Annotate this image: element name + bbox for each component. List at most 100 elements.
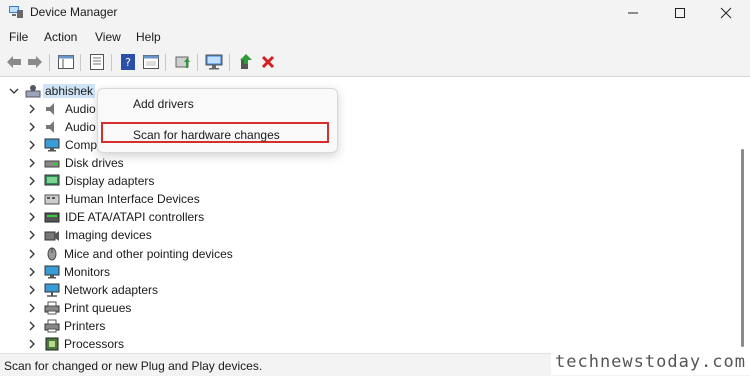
chevron-right-icon[interactable] [26, 284, 38, 296]
tree-item-label[interactable]: Audio [65, 102, 96, 116]
watermark: technewstoday.com [551, 348, 750, 375]
tree-item-label[interactable]: Network adapters [64, 283, 158, 297]
close-icon [720, 7, 732, 19]
toolbar-separator [197, 54, 198, 71]
back-arrow-icon [7, 56, 21, 68]
tree-root-label[interactable]: abhishek [43, 84, 96, 98]
show-hide-console-tree-icon [58, 55, 74, 69]
chevron-right-icon[interactable] [26, 139, 38, 151]
scrollbar-thumb[interactable] [741, 149, 744, 347]
tree-item-label[interactable]: Processors [64, 337, 124, 351]
computer-user-icon [25, 85, 41, 98]
title-bar: Device Manager [0, 0, 750, 26]
action-pane-button[interactable] [142, 53, 160, 71]
forward-arrow-icon [28, 56, 42, 68]
tree-item-label[interactable]: Imaging devices [65, 228, 152, 242]
tree-item[interactable]: Disk drives [0, 154, 730, 172]
uninstall-device-button[interactable] [259, 53, 277, 71]
chevron-right-icon[interactable] [26, 193, 38, 205]
add-drivers-menu-item[interactable]: Add drivers [133, 97, 194, 111]
chevron-right-icon[interactable] [26, 103, 38, 115]
disk-drive-icon [44, 160, 60, 168]
close-window-button[interactable] [703, 0, 749, 26]
chevron-right-icon[interactable] [26, 157, 38, 169]
chevron-right-icon[interactable] [26, 302, 38, 314]
toolbar-separator [111, 54, 112, 71]
enable-device-icon [240, 54, 252, 69]
mouse-icon [47, 247, 57, 261]
context-menu: Add drivers Scan for hardware changes [97, 88, 338, 153]
chevron-right-icon[interactable] [26, 175, 38, 187]
printer-icon [44, 319, 60, 333]
uninstall-device-icon [261, 55, 275, 69]
tree-item[interactable]: Print queues [0, 299, 730, 317]
ide-controller-icon [44, 212, 60, 223]
display-adapter-icon [44, 174, 60, 186]
maximize-button[interactable] [657, 0, 703, 26]
scan-hardware-changes-menu-item[interactable]: Scan for hardware changes [133, 128, 280, 142]
tree-item[interactable]: Human Interface Devices [0, 190, 730, 208]
tree-item-label[interactable]: Print queues [64, 301, 131, 315]
network-adapter-icon [44, 283, 60, 297]
chevron-right-icon[interactable] [26, 248, 38, 260]
tree-item-label[interactable]: Comp [65, 138, 97, 152]
tree-item-label[interactable]: Mice and other pointing devices [64, 247, 233, 261]
forward-button[interactable] [26, 53, 44, 71]
tree-item[interactable]: Printers [0, 317, 730, 335]
menu-view[interactable]: View [95, 30, 121, 44]
menu-action[interactable]: Action [44, 30, 77, 44]
enable-device-button[interactable] [237, 53, 255, 71]
status-text: Scan for changed or new Plug and Play de… [4, 359, 263, 373]
properties-icon [90, 54, 104, 70]
chevron-right-icon[interactable] [26, 211, 38, 223]
vertical-scrollbar[interactable] [736, 77, 750, 353]
toolbar-separator [229, 54, 230, 71]
window-title: Device Manager [30, 5, 118, 19]
device-manager-icon [9, 6, 23, 18]
tree-item-label[interactable]: Audio [65, 120, 96, 134]
chevron-right-icon[interactable] [26, 266, 38, 278]
back-button[interactable] [5, 53, 23, 71]
chevron-right-icon[interactable] [26, 121, 38, 133]
tree-item[interactable]: Network adapters [0, 281, 730, 299]
menu-file[interactable]: File [9, 30, 28, 44]
menu-help[interactable]: Help [136, 30, 161, 44]
tree-item-label[interactable]: IDE ATA/ATAPI controllers [65, 210, 204, 224]
properties-button[interactable] [88, 53, 106, 71]
toolbar: ? [0, 49, 750, 77]
tree-item-label[interactable]: Display adapters [65, 174, 154, 188]
tree-item[interactable]: Mice and other pointing devices [0, 245, 730, 263]
menu-bar: File Action View Help [0, 26, 750, 49]
chevron-right-icon[interactable] [26, 229, 38, 241]
tree-item[interactable]: Imaging devices [0, 226, 730, 244]
scan-hardware-icon [205, 54, 223, 70]
update-driver-button[interactable] [174, 53, 192, 71]
console-tree-button[interactable] [57, 53, 75, 71]
monitor-icon [44, 265, 60, 279]
maximize-icon [675, 8, 685, 18]
help-button[interactable]: ? [119, 53, 137, 71]
tree-item-label[interactable]: Human Interface Devices [65, 192, 200, 206]
speaker-icon [46, 103, 54, 115]
tree-item[interactable]: IDE ATA/ATAPI controllers [0, 208, 730, 226]
tree-item-label[interactable]: Disk drives [65, 156, 124, 170]
tree-item[interactable]: Display adapters [0, 172, 730, 190]
minimize-button[interactable] [610, 0, 656, 26]
tree-item[interactable]: Monitors [0, 263, 730, 281]
chevron-right-icon[interactable] [26, 338, 38, 350]
minimize-icon [628, 12, 638, 14]
toolbar-separator [49, 54, 50, 71]
chevron-right-icon[interactable] [26, 320, 38, 332]
scan-hardware-button[interactable] [205, 53, 223, 71]
monitor-icon [44, 138, 60, 152]
update-driver-icon [175, 56, 190, 68]
chevron-down-icon[interactable] [8, 85, 20, 97]
tree-item-label[interactable]: Printers [64, 319, 105, 333]
print-queue-icon [44, 301, 60, 315]
processor-icon [45, 337, 59, 351]
action-pane-icon [143, 55, 159, 69]
toolbar-separator [80, 54, 81, 71]
tree-item-label[interactable]: Monitors [64, 265, 110, 279]
speaker-icon [46, 121, 54, 133]
toolbar-separator [165, 54, 166, 71]
